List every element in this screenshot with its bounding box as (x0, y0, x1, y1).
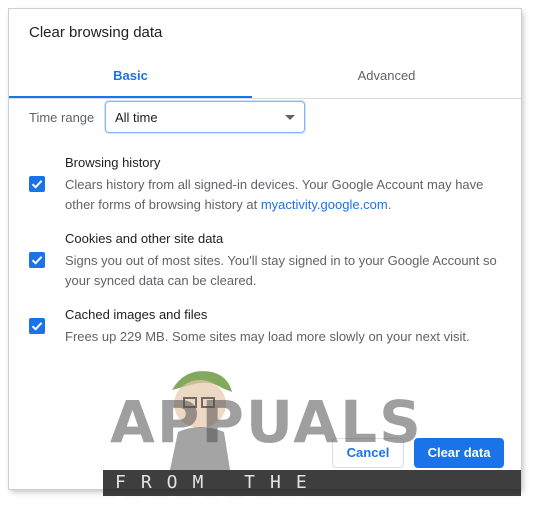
dropdown-arrow-icon (285, 115, 295, 120)
option-description-suffix: . (387, 197, 392, 212)
cached-images-checkbox[interactable] (29, 318, 45, 334)
tab-advanced[interactable]: Advanced (265, 57, 508, 96)
time-range-value: All time (115, 110, 158, 125)
option-description: Signs you out of most sites. You'll stay… (65, 253, 497, 288)
checkmark-icon (31, 180, 43, 189)
cancel-button[interactable]: Cancel (332, 438, 404, 468)
time-range-label: Time range (29, 110, 95, 125)
option-title: Cookies and other site data (65, 231, 224, 246)
tab-basic[interactable]: Basic (9, 57, 252, 98)
option-description: Frees up 229 MB. Some sites may load mor… (65, 329, 470, 344)
cookies-checkbox[interactable] (29, 252, 45, 268)
option-description: Clears history from all signed-in device… (65, 175, 505, 215)
clear-data-button[interactable]: Clear data (414, 438, 504, 468)
checkmark-icon (31, 256, 43, 265)
option-title: Browsing history (65, 155, 161, 170)
browsing-history-checkbox[interactable] (29, 176, 45, 192)
time-range-select[interactable]: All time (105, 101, 305, 133)
option-title: Cached images and files (65, 307, 208, 322)
tab-bar: Basic Advanced (9, 57, 521, 99)
clear-browsing-data-dialog: Clear browsing data Basic Advanced Time … (9, 9, 521, 489)
myactivity-link[interactable]: myactivity.google.com (261, 197, 388, 212)
checkmark-icon (31, 322, 43, 331)
dialog-title: Clear browsing data (29, 24, 163, 41)
